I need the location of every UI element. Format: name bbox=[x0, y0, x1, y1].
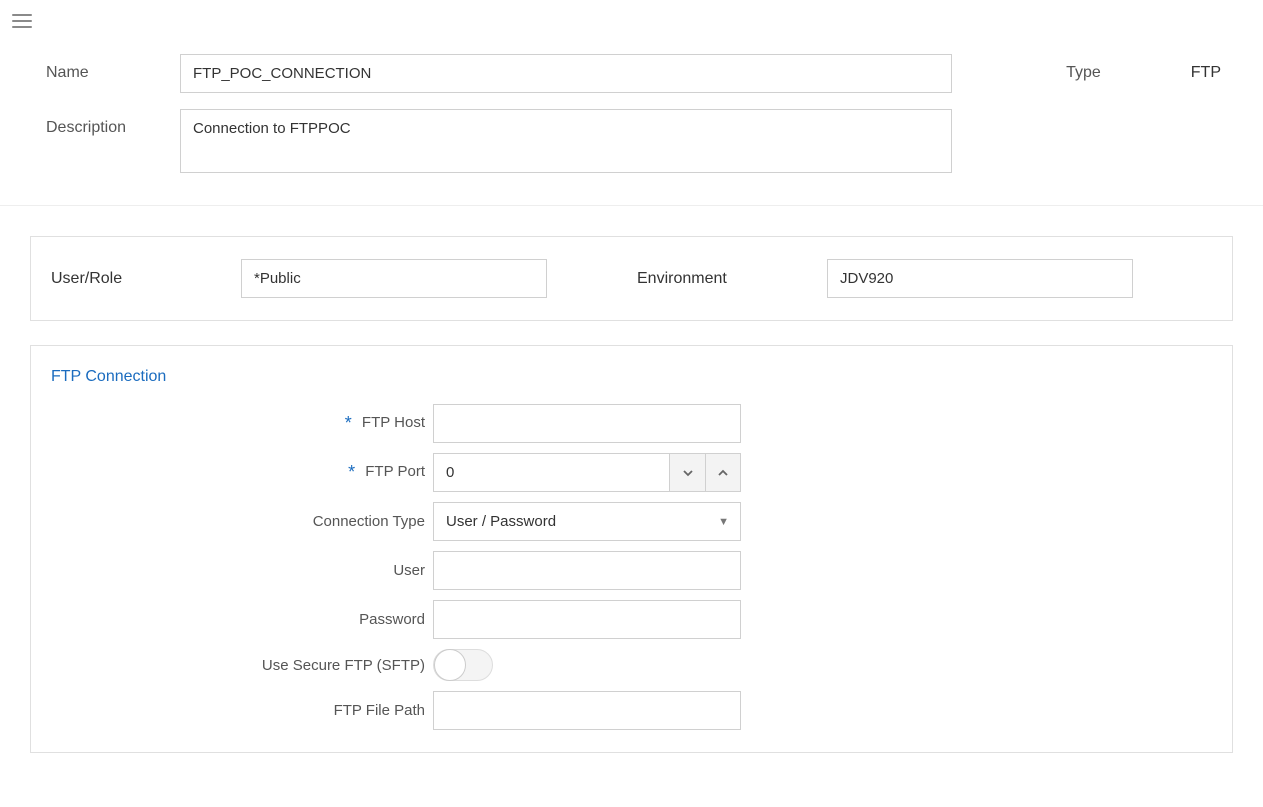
main-content: User/Role Environment FTP Connection * F… bbox=[0, 206, 1263, 807]
ftp-host-label: FTP Host bbox=[362, 414, 425, 431]
chevron-up-icon bbox=[717, 467, 729, 479]
sftp-label: Use Secure FTP (SFTP) bbox=[262, 657, 425, 674]
description-label: Description bbox=[0, 109, 180, 137]
hamburger-menu[interactable] bbox=[0, 0, 44, 42]
toggle-knob-icon bbox=[434, 649, 466, 681]
port-decrement-button[interactable] bbox=[669, 453, 705, 492]
ftp-port-stepper[interactable] bbox=[433, 453, 741, 492]
connection-header: Name Type FTP Description bbox=[0, 46, 1263, 206]
ftp-host-field[interactable] bbox=[433, 404, 741, 443]
user-label: User bbox=[393, 562, 425, 579]
password-field[interactable] bbox=[433, 600, 741, 639]
environment-field[interactable] bbox=[827, 259, 1133, 298]
chevron-down-icon bbox=[682, 467, 694, 479]
sftp-toggle[interactable] bbox=[433, 649, 493, 681]
port-increment-button[interactable] bbox=[705, 453, 741, 492]
ftp-section-title: FTP Connection bbox=[51, 368, 1212, 386]
user-field[interactable] bbox=[433, 551, 741, 590]
user-role-label: User/Role bbox=[51, 270, 241, 288]
type-value: FTP bbox=[1191, 64, 1221, 82]
name-field[interactable] bbox=[180, 54, 952, 93]
user-role-field[interactable] bbox=[241, 259, 547, 298]
environment-label: Environment bbox=[637, 270, 827, 288]
ftp-panel: FTP Connection * FTP Host * FTP Port bbox=[30, 345, 1233, 753]
ftp-file-path-field[interactable] bbox=[433, 691, 741, 730]
required-asterisk-icon: * bbox=[345, 413, 352, 433]
type-label: Type bbox=[1066, 64, 1101, 82]
ftp-file-path-label: FTP File Path bbox=[334, 702, 425, 719]
required-asterisk-icon: * bbox=[348, 462, 355, 482]
name-label: Name bbox=[0, 54, 180, 82]
connection-type-label: Connection Type bbox=[313, 513, 425, 530]
scope-panel: User/Role Environment bbox=[30, 236, 1233, 321]
connection-type-select[interactable]: User / Password bbox=[433, 502, 741, 541]
password-label: Password bbox=[359, 611, 425, 628]
description-field[interactable] bbox=[180, 109, 952, 173]
ftp-port-label: FTP Port bbox=[365, 463, 425, 480]
ftp-port-field[interactable] bbox=[433, 453, 669, 492]
